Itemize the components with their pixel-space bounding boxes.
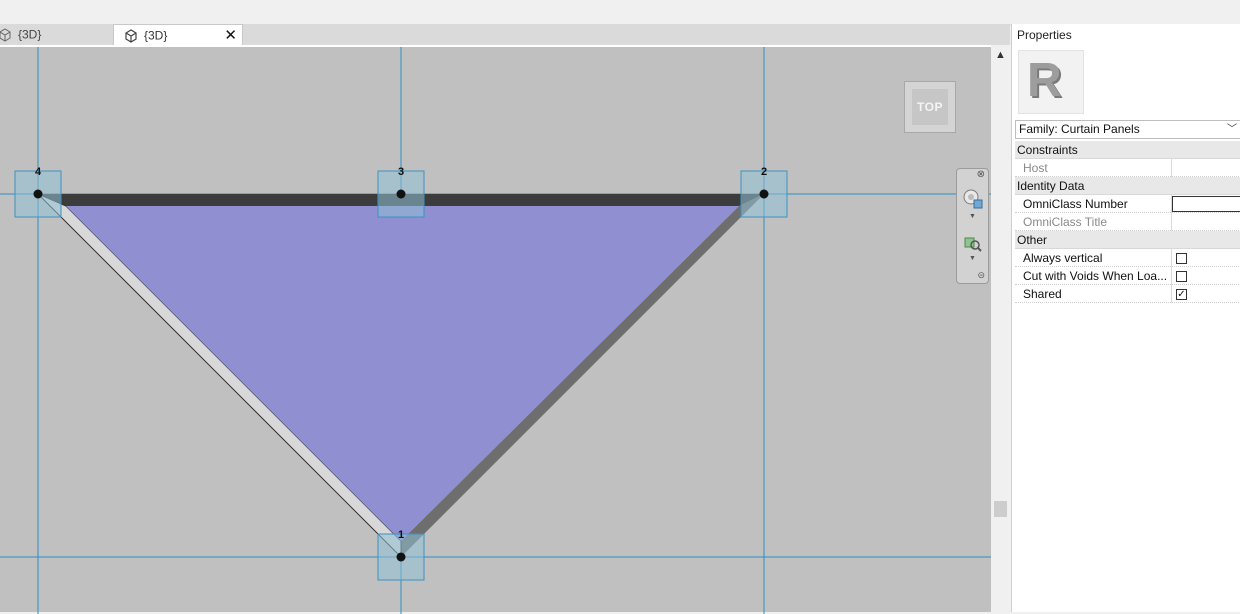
point-label: 2 <box>761 166 767 178</box>
property-row-omniclass-number[interactable]: OmniClass Number <box>1015 195 1240 213</box>
tab-3d-active[interactable]: {3D} ✕ <box>113 24 243 45</box>
tab-label: {3D} <box>144 28 168 43</box>
property-row-omniclass-title: OmniClass Title <box>1015 213 1240 231</box>
3d-view-icon <box>124 29 138 43</box>
property-value <box>1171 195 1240 213</box>
vertical-scrollbar[interactable]: ▲ <box>991 45 1010 612</box>
property-row-cut-with-voids[interactable]: Cut with Voids When Loa... <box>1015 267 1240 285</box>
property-row-always-vertical[interactable]: Always vertical <box>1015 249 1240 267</box>
family-selector-value: Family: Curtain Panels <box>1019 122 1140 136</box>
point-label: 4 <box>35 166 42 178</box>
point-label: 3 <box>398 166 404 178</box>
3d-view-icon <box>0 28 12 42</box>
close-icon[interactable]: ⊗ <box>977 169 985 180</box>
chevron-down-icon[interactable]: ▼ <box>969 255 976 262</box>
property-row-host: Host <box>1015 159 1240 177</box>
property-name: OmniClass Title <box>1023 215 1108 229</box>
property-name: Cut with Voids When Loa... <box>1023 269 1168 283</box>
property-name: Host <box>1023 161 1048 175</box>
cut-with-voids-checkbox[interactable] <box>1176 271 1187 282</box>
property-value <box>1171 267 1240 285</box>
property-value <box>1171 159 1240 177</box>
property-value <box>1171 249 1240 267</box>
view-tab-bar: {3D} {3D} ✕ ▼ <box>0 24 1010 63</box>
title-strip <box>0 0 1240 25</box>
revit-logo-icon: R <box>1027 54 1062 107</box>
viewcube[interactable]: TOP <box>904 81 956 133</box>
viewcube-top-face[interactable]: TOP <box>912 89 948 125</box>
options-icon[interactable]: ⊝ <box>977 270 985 281</box>
panel-title: Properties <box>1017 28 1072 42</box>
always-vertical-checkbox[interactable] <box>1176 253 1187 264</box>
type-image: R <box>1018 50 1084 114</box>
property-name: Shared <box>1023 287 1062 301</box>
chevron-down-icon[interactable]: ▼ <box>969 213 976 220</box>
navigation-bar: ⊗ ▼ ▼ ⊝ <box>956 168 989 284</box>
drawing-canvas[interactable]: 4 3 2 1 TOP ⊗ ▼ ▼ ⊝ <box>0 45 991 614</box>
tab-3d-inactive[interactable]: {3D} <box>0 24 110 45</box>
property-name: OmniClass Number <box>1023 197 1128 211</box>
property-name: Always vertical <box>1023 251 1103 265</box>
group-header-other[interactable]: Other <box>1015 231 1240 249</box>
properties-panel: Properties R Family: Curtain Panels ﹀ Co… <box>1011 24 1240 612</box>
family-type-selector[interactable]: Family: Curtain Panels ﹀ <box>1015 120 1240 139</box>
steering-wheel-icon[interactable] <box>963 189 983 209</box>
close-icon[interactable]: ✕ <box>224 25 237 46</box>
scroll-thumb[interactable] <box>994 501 1007 517</box>
group-header-constraints[interactable]: Constraints <box>1015 141 1240 159</box>
omniclass-number-input[interactable] <box>1172 196 1240 212</box>
point-label: 1 <box>398 529 404 541</box>
shared-checkbox[interactable]: ✓ <box>1176 289 1187 300</box>
property-value <box>1171 213 1240 231</box>
group-header-identity-data[interactable]: Identity Data <box>1015 177 1240 195</box>
zoom-icon[interactable] <box>964 236 982 252</box>
property-row-shared[interactable]: Shared ✓ <box>1015 285 1240 303</box>
scroll-up-icon[interactable]: ▲ <box>995 49 1006 61</box>
canvas-graphics: 4 3 2 1 <box>0 47 991 614</box>
chevron-down-icon[interactable]: ﹀ <box>1227 121 1237 138</box>
curtain-panel-face <box>66 206 739 541</box>
property-value: ✓ <box>1171 285 1240 303</box>
tab-label: {3D} <box>18 27 42 42</box>
